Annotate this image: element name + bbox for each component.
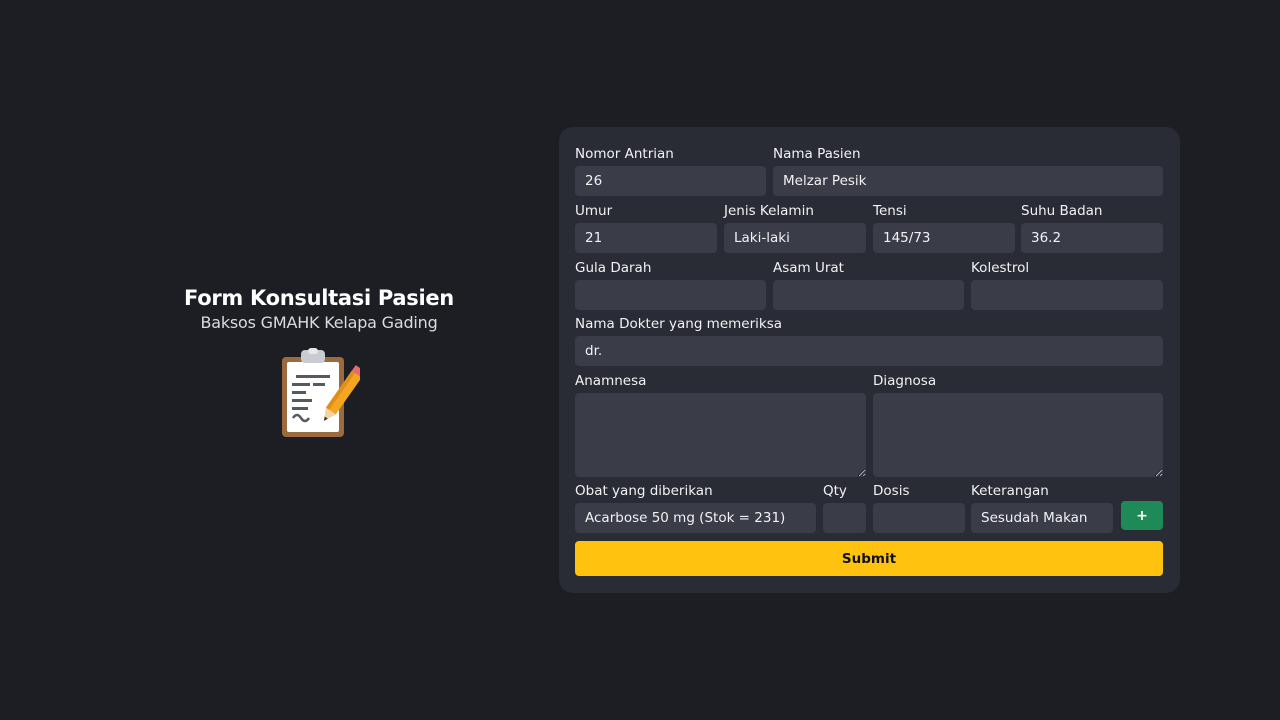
jenis-kelamin-field: Jenis Kelamin: [724, 203, 866, 253]
tensi-field: Tensi: [873, 203, 1015, 253]
asam-urat-input[interactable]: [773, 280, 964, 310]
jenis-kelamin-label: Jenis Kelamin: [724, 203, 814, 219]
dosis-label: Dosis: [873, 483, 910, 499]
dosis-input[interactable]: [873, 503, 965, 533]
qty-input[interactable]: [823, 503, 866, 533]
diagnosa-textarea[interactable]: [873, 393, 1163, 477]
kolestrol-field: Kolestrol: [971, 260, 1163, 310]
nomor-antrian-label: Nomor Antrian: [575, 146, 674, 162]
kolestrol-input[interactable]: [971, 280, 1163, 310]
gula-darah-label: Gula Darah: [575, 260, 652, 276]
umur-label: Umur: [575, 203, 613, 219]
gula-darah-field: Gula Darah: [575, 260, 766, 310]
nama-dokter-field: Nama Dokter yang memeriksa: [575, 316, 1163, 366]
suhu-badan-label: Suhu Badan: [1021, 203, 1103, 219]
page-subtitle: Baksos GMAHK Kelapa Gading: [200, 313, 438, 332]
asam-urat-label: Asam Urat: [773, 260, 844, 276]
submit-button[interactable]: Submit: [575, 541, 1163, 576]
keterangan-input[interactable]: [971, 503, 1113, 533]
hero: Form Konsultasi Pasien Baksos GMAHK Kela…: [170, 284, 468, 440]
umur-input[interactable]: [575, 223, 717, 253]
obat-field: Obat yang diberikan: [575, 483, 816, 533]
nama-pasien-field: Nama Pasien: [773, 146, 1163, 196]
kolestrol-label: Kolestrol: [971, 260, 1030, 276]
suhu-badan-input[interactable]: [1021, 223, 1163, 253]
asam-urat-field: Asam Urat: [773, 260, 964, 310]
add-medicine-button[interactable]: +: [1121, 501, 1163, 530]
anamnesa-textarea[interactable]: [575, 393, 866, 477]
consultation-form: Nomor Antrian Nama Pasien Umur Jenis Kel…: [559, 127, 1180, 593]
jenis-kelamin-input[interactable]: [724, 223, 866, 253]
nama-pasien-input[interactable]: [773, 166, 1163, 196]
gula-darah-input[interactable]: [575, 280, 766, 310]
nomor-antrian-field: Nomor Antrian: [575, 146, 766, 196]
obat-input[interactable]: [575, 503, 816, 533]
diagnosa-label: Diagnosa: [873, 373, 937, 389]
nama-dokter-input[interactable]: [575, 336, 1163, 366]
qty-field: Qty: [823, 483, 866, 533]
umur-field: Umur: [575, 203, 717, 253]
nomor-antrian-input[interactable]: [575, 166, 766, 196]
diagnosa-field: Diagnosa: [873, 373, 1163, 481]
clipboard-pencil-icon: [282, 348, 360, 437]
obat-label: Obat yang diberikan: [575, 483, 713, 499]
qty-label: Qty: [823, 483, 847, 499]
keterangan-field: Keterangan: [971, 483, 1113, 533]
anamnesa-label: Anamnesa: [575, 373, 647, 389]
dosis-field: Dosis: [873, 483, 965, 533]
tensi-input[interactable]: [873, 223, 1015, 253]
tensi-label: Tensi: [873, 203, 907, 219]
keterangan-label: Keterangan: [971, 483, 1049, 499]
page-title: Form Konsultasi Pasien: [184, 286, 454, 310]
anamnesa-field: Anamnesa: [575, 373, 866, 481]
nama-pasien-label: Nama Pasien: [773, 146, 861, 162]
suhu-badan-field: Suhu Badan: [1021, 203, 1163, 253]
nama-dokter-label: Nama Dokter yang memeriksa: [575, 316, 783, 332]
